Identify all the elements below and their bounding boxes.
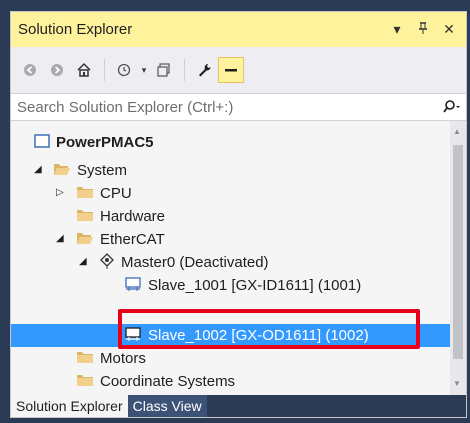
highlight-box: [118, 309, 420, 349]
history-dropdown-icon[interactable]: ▾: [138, 57, 150, 83]
back-icon[interactable]: [17, 57, 43, 83]
expanded-arrow-icon[interactable]: ◢: [56, 233, 64, 244]
master-device-icon: [99, 252, 115, 273]
close-icon[interactable]: ✕: [442, 21, 456, 38]
open-folder-icon: [53, 162, 71, 180]
collapse-all-icon[interactable]: [218, 57, 244, 83]
toolbar-separator: [104, 59, 105, 81]
tree-item-slave-1001[interactable]: Slave_1001 [GX-ID1611] (1001): [124, 274, 361, 297]
home-icon[interactable]: [71, 57, 97, 83]
search-input[interactable]: Search Solution Explorer (Ctrl+:): [17, 99, 442, 116]
tree-item-label: Slave_1001 [GX-ID1611] (1001): [148, 277, 362, 294]
folder-icon: [76, 373, 94, 391]
properties-wrench-icon[interactable]: [191, 57, 217, 83]
expanded-arrow-icon[interactable]: ◢: [79, 256, 87, 267]
bottom-tab-strip: Solution Explorer Class View: [11, 395, 466, 417]
tree-item-hardware[interactable]: Hardware: [76, 205, 165, 228]
solution-explorer-panel: Solution Explorer ▾ ✕ ▾ Search Solution …: [10, 11, 467, 418]
tab-solution-explorer[interactable]: Solution Explorer: [11, 395, 128, 417]
vertical-scrollbar[interactable]: ▲ ▼: [450, 121, 466, 395]
tree-item-master[interactable]: Master0 (Deactivated): [99, 251, 269, 274]
panel-titlebar: Solution Explorer ▾ ✕: [11, 12, 466, 47]
history-icon[interactable]: [111, 57, 137, 83]
tree-item-label: EtherCAT: [100, 231, 165, 248]
solution-tree: PowerPMAC5 ◢ System ▷ CPU Hardware ◢ Eth…: [11, 121, 450, 395]
tree-item-ethercat[interactable]: EtherCAT: [76, 228, 165, 251]
scroll-down-icon[interactable]: ▼: [453, 379, 461, 388]
tree-item-label: Hardware: [100, 208, 166, 225]
search-bar[interactable]: Search Solution Explorer (Ctrl+:): [11, 93, 466, 121]
solution-icon: [34, 133, 50, 152]
tree-item-label: CPU: [100, 185, 132, 202]
tree-item-root[interactable]: PowerPMAC5: [11, 131, 154, 154]
tree-item-cpu[interactable]: CPU: [76, 182, 132, 205]
tree-item-label: PowerPMAC5: [56, 134, 154, 151]
folder-icon: [76, 350, 94, 368]
toolbar: ▾: [11, 47, 466, 93]
pending-changes-icon[interactable]: [151, 57, 177, 83]
scroll-up-icon[interactable]: ▲: [453, 127, 461, 136]
toolbar-separator: [184, 59, 185, 81]
slave-device-icon: [124, 276, 142, 296]
tree-item-coordinate-systems[interactable]: Coordinate Systems: [76, 370, 235, 393]
pin-icon[interactable]: [416, 21, 430, 38]
collapsed-arrow-icon[interactable]: ▷: [56, 187, 64, 198]
search-icon[interactable]: [442, 99, 462, 115]
panel-title: Solution Explorer: [18, 21, 133, 38]
tree-item-label: System: [77, 162, 128, 179]
tree-item-label: Motors: [100, 350, 146, 367]
tree-item-label: Master0 (Deactivated): [121, 254, 269, 271]
tree-item-system[interactable]: System: [53, 159, 127, 182]
folder-icon: [76, 185, 94, 203]
scrollbar-thumb[interactable]: [453, 145, 463, 359]
tree-item-label: Coordinate Systems: [100, 373, 236, 390]
tree-item-motors[interactable]: Motors: [76, 347, 146, 370]
tab-class-view[interactable]: Class View: [127, 395, 207, 417]
expanded-arrow-icon[interactable]: ◢: [34, 164, 42, 175]
folder-icon: [76, 208, 94, 226]
dropdown-arrow-icon[interactable]: ▾: [390, 21, 404, 38]
open-folder-icon: [76, 231, 94, 249]
forward-icon[interactable]: [44, 57, 70, 83]
